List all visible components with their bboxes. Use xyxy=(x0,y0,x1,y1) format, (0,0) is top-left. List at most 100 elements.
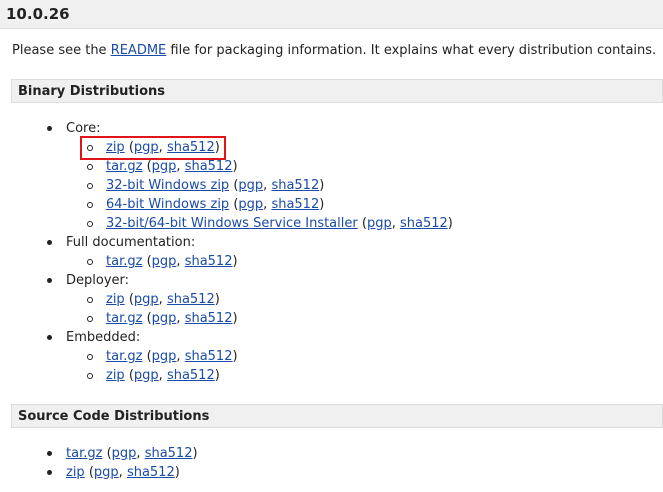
bullet-circle-icon xyxy=(87,221,93,227)
sha512-link[interactable]: sha512 xyxy=(167,292,215,307)
bullet-disc-icon xyxy=(47,451,52,456)
paren-close: ) xyxy=(192,446,198,461)
pgp-link[interactable]: pgp xyxy=(134,368,159,383)
bullet-circle-icon xyxy=(87,202,93,208)
download-link[interactable]: 64-bit Windows zip xyxy=(106,197,229,212)
bullet-disc-icon xyxy=(47,126,52,131)
comma: , xyxy=(176,159,185,174)
comma: , xyxy=(158,368,167,383)
bullet-disc-icon xyxy=(47,278,52,283)
version-header: 10.0.26 xyxy=(0,0,663,29)
paren-close: ) xyxy=(214,368,220,383)
download-links: zip (pgp, sha512) xyxy=(106,366,220,385)
download-links: 32-bit Windows zip (pgp, sha512) xyxy=(106,176,324,195)
download-links: tar.gz (pgp, sha512) xyxy=(66,444,198,463)
paren-open: ( xyxy=(84,465,94,480)
sha512-link[interactable]: sha512 xyxy=(271,197,319,212)
download-links: 32-bit/64-bit Windows Service Installer … xyxy=(106,214,453,233)
download-links: zip (pgp, sha512) xyxy=(106,290,220,309)
intro-text: Please see the README file for packaging… xyxy=(12,42,656,60)
pgp-link[interactable]: pgp xyxy=(134,292,159,307)
download-link[interactable]: tar.gz xyxy=(66,446,102,461)
intro-after: file for packaging information. It expla… xyxy=(166,43,657,58)
download-links: tar.gz (pgp, sha512) xyxy=(106,252,238,271)
comma: , xyxy=(118,465,127,480)
bullet-circle-icon xyxy=(87,316,93,322)
comma: , xyxy=(391,216,400,231)
download-link[interactable]: zip xyxy=(66,465,85,480)
comma: , xyxy=(158,292,167,307)
sha512-link[interactable]: sha512 xyxy=(185,159,233,174)
paren-open: ( xyxy=(357,216,367,231)
group-label: Full documentation: xyxy=(66,235,196,250)
paren-open: ( xyxy=(142,349,152,364)
paren-close: ) xyxy=(214,292,220,307)
paren-open: ( xyxy=(102,446,112,461)
download-link[interactable]: tar.gz xyxy=(106,349,142,364)
source-distributions-title: Source Code Distributions xyxy=(18,409,210,424)
bullet-circle-icon xyxy=(87,183,93,189)
paren-open: ( xyxy=(142,254,152,269)
bullet-circle-icon xyxy=(87,373,93,379)
group-label: Embedded: xyxy=(66,330,141,345)
pgp-link[interactable]: pgp xyxy=(238,197,263,212)
comma: , xyxy=(136,446,145,461)
download-link[interactable]: zip xyxy=(106,368,125,383)
bullet-circle-icon xyxy=(87,164,93,170)
bullet-circle-icon xyxy=(87,297,93,303)
download-link[interactable]: tar.gz xyxy=(106,311,142,326)
paren-open: ( xyxy=(124,368,134,383)
source-distributions-header: Source Code Distributions xyxy=(11,404,663,428)
download-link[interactable]: tar.gz xyxy=(106,254,142,269)
binary-distributions-title: Binary Distributions xyxy=(18,84,166,99)
sha512-link[interactable]: sha512 xyxy=(400,216,448,231)
version-title: 10.0.26 xyxy=(6,5,70,23)
bullet-disc-icon xyxy=(47,470,52,475)
comma: , xyxy=(176,311,185,326)
download-links: tar.gz (pgp, sha512) xyxy=(106,309,238,328)
sha512-link[interactable]: sha512 xyxy=(127,465,175,480)
sha512-link[interactable]: sha512 xyxy=(271,178,319,193)
paren-close: ) xyxy=(447,216,453,231)
comma: , xyxy=(176,349,185,364)
download-links: 64-bit Windows zip (pgp, sha512) xyxy=(106,195,324,214)
download-links: zip (pgp, sha512) xyxy=(66,463,180,482)
sha512-link[interactable]: sha512 xyxy=(185,311,233,326)
bullet-disc-icon xyxy=(47,335,52,340)
pgp-link[interactable]: pgp xyxy=(94,465,119,480)
pgp-link[interactable]: pgp xyxy=(238,178,263,193)
highlight-box xyxy=(80,136,226,160)
download-link[interactable]: 32-bit/64-bit Windows Service Installer xyxy=(106,216,358,231)
bullet-disc-icon xyxy=(47,240,52,245)
sha512-link[interactable]: sha512 xyxy=(167,368,215,383)
paren-open: ( xyxy=(124,292,134,307)
paren-close: ) xyxy=(319,178,325,193)
paren-close: ) xyxy=(174,465,180,480)
paren-close: ) xyxy=(232,254,238,269)
pgp-link[interactable]: pgp xyxy=(152,254,177,269)
pgp-link[interactable]: pgp xyxy=(152,349,177,364)
paren-open: ( xyxy=(142,311,152,326)
paren-close: ) xyxy=(232,349,238,364)
pgp-link[interactable]: pgp xyxy=(152,159,177,174)
download-link[interactable]: tar.gz xyxy=(106,159,142,174)
comma: , xyxy=(176,254,185,269)
sha512-link[interactable]: sha512 xyxy=(145,446,193,461)
pgp-link[interactable]: pgp xyxy=(152,311,177,326)
download-link[interactable]: 32-bit Windows zip xyxy=(106,178,229,193)
pgp-link[interactable]: pgp xyxy=(112,446,137,461)
download-links: tar.gz (pgp, sha512) xyxy=(106,347,238,366)
paren-close: ) xyxy=(319,197,325,212)
readme-link[interactable]: README xyxy=(111,43,167,58)
download-link[interactable]: zip xyxy=(106,292,125,307)
bullet-circle-icon xyxy=(87,354,93,360)
sha512-link[interactable]: sha512 xyxy=(185,349,233,364)
intro-before: Please see the xyxy=(12,43,111,58)
group-label: Deployer: xyxy=(66,273,130,288)
bullet-circle-icon xyxy=(87,259,93,265)
paren-close: ) xyxy=(232,159,238,174)
pgp-link[interactable]: pgp xyxy=(367,216,392,231)
paren-close: ) xyxy=(232,311,238,326)
sha512-link[interactable]: sha512 xyxy=(185,254,233,269)
paren-open: ( xyxy=(142,159,152,174)
